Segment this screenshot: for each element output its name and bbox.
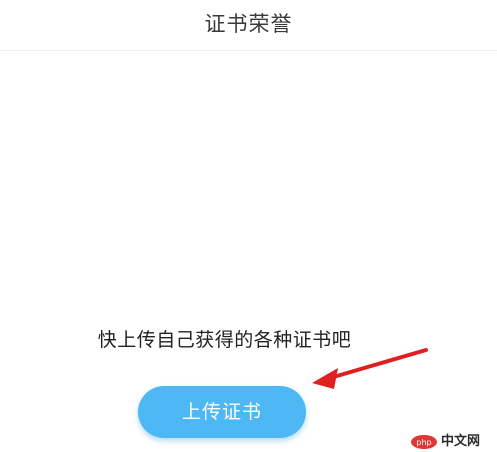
php-logo-icon: php: [411, 435, 437, 449]
watermark-site-text: 中文网: [441, 434, 481, 449]
php-cn-watermark: php 中文网: [410, 432, 497, 452]
svg-text:php: php: [416, 438, 431, 447]
upload-certificate-button[interactable]: 上传证书: [138, 386, 306, 438]
red-arrow-annotation: [312, 348, 428, 389]
app-header: 证书荣誉: [0, 0, 497, 51]
page-title: 证书荣誉: [204, 12, 293, 36]
